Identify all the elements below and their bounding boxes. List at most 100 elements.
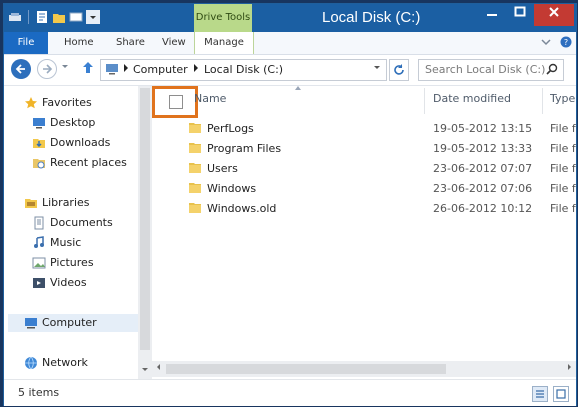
nav-desktop[interactable]: Desktop <box>32 116 132 132</box>
horizontal-scroll-thumb[interactable] <box>166 364 446 374</box>
computer-icon <box>106 64 118 75</box>
folder-icon <box>189 203 201 213</box>
system-menu-icon[interactable] <box>8 10 22 24</box>
file-date: 23-06-2012 07:07 <box>433 162 533 175</box>
nav-pictures-label: Pictures <box>50 256 94 269</box>
customize-qat-icon[interactable] <box>86 10 100 24</box>
file-date: 26-06-2012 10:12 <box>433 202 533 215</box>
details-view-button[interactable] <box>532 386 548 402</box>
scroll-right-icon[interactable] <box>565 363 573 371</box>
file-type: File f <box>550 162 576 175</box>
folder-icon <box>189 183 201 193</box>
videos-icon <box>33 278 45 288</box>
forward-button[interactable] <box>37 59 57 79</box>
nav-libraries-label: Libraries <box>42 196 90 209</box>
file-name: Program Files <box>207 142 282 155</box>
tab-share[interactable]: Share <box>110 32 151 54</box>
refresh-button[interactable] <box>389 59 409 81</box>
column-divider[interactable] <box>424 88 425 114</box>
file-name: PerfLogs <box>207 122 254 135</box>
minimize-button[interactable] <box>478 4 506 26</box>
file-date: 19-05-2012 13:15 <box>433 122 533 135</box>
nav-recent-places-label: Recent places <box>50 156 127 169</box>
maximize-icon <box>514 6 526 17</box>
nav-computer-label: Computer <box>42 316 97 329</box>
table-row[interactable]: Windows 23-06-2012 07:06 File f <box>152 179 576 199</box>
search-input[interactable]: Search Local Disk (C:) <box>425 63 545 76</box>
network-icon <box>25 356 37 370</box>
details-view-icon <box>536 390 544 398</box>
tab-home[interactable]: Home <box>58 32 100 54</box>
star-icon <box>25 97 37 109</box>
file-list: Name Date modified Type PerfLogs 19-05-2… <box>152 86 576 361</box>
navigation-scroll-thumb[interactable] <box>140 88 150 350</box>
new-folder-icon[interactable] <box>52 10 66 24</box>
close-button[interactable] <box>534 4 574 26</box>
table-row[interactable]: Windows.old 26-06-2012 10:12 File f <box>152 199 576 219</box>
rename-icon[interactable] <box>69 10 83 24</box>
desktop-icon <box>33 118 45 129</box>
breadcrumb-local-disk[interactable]: Local Disk (C:) <box>204 63 283 76</box>
expand-ribbon-icon[interactable] <box>540 36 552 48</box>
search-icon[interactable] <box>546 63 558 75</box>
large-icons-view-button[interactable] <box>553 386 569 402</box>
select-all-checkbox[interactable] <box>169 95 183 109</box>
minimize-icon <box>487 14 497 16</box>
window-title: Local Disk (C:) <box>322 9 421 26</box>
back-button[interactable] <box>11 59 31 79</box>
sort-indicator-icon <box>295 86 301 90</box>
nav-documents[interactable]: Documents <box>32 216 132 232</box>
column-header-type[interactable]: Type <box>550 92 576 105</box>
scroll-left-icon[interactable] <box>155 363 163 371</box>
address-dropdown-icon[interactable] <box>373 64 381 72</box>
nav-network[interactable]: Network <box>24 356 134 372</box>
file-name: Windows.old <box>207 202 277 215</box>
quick-access-toolbar <box>8 10 100 24</box>
table-row[interactable]: PerfLogs 19-05-2012 13:15 File f <box>152 119 576 139</box>
nav-downloads[interactable]: Downloads <box>32 136 132 152</box>
chevron-right-icon[interactable] <box>193 64 199 72</box>
breadcrumb-computer[interactable]: Computer <box>133 63 188 76</box>
table-row[interactable]: Users 23-06-2012 07:07 File f <box>152 159 576 179</box>
nav-libraries[interactable]: Libraries <box>24 196 134 212</box>
nav-pictures[interactable]: Pictures <box>32 256 132 272</box>
nav-computer[interactable]: Computer <box>8 314 138 332</box>
nav-recent-places[interactable]: Recent places <box>32 156 132 172</box>
address-bar[interactable]: Computer Local Disk (C:) <box>100 59 387 81</box>
file-name: Windows <box>207 182 257 195</box>
music-icon <box>34 236 44 248</box>
folder-icon <box>189 163 201 173</box>
up-arrow-icon[interactable] <box>81 61 95 75</box>
recent-locations-icon[interactable] <box>61 63 69 71</box>
nav-videos[interactable]: Videos <box>32 276 132 292</box>
file-name: Users <box>207 162 238 175</box>
file-date: 23-06-2012 07:06 <box>433 182 533 195</box>
table-row[interactable]: Program Files 19-05-2012 13:33 File f <box>152 139 576 159</box>
recent-places-icon <box>33 159 45 169</box>
drive-tools-context-tab: Drive Tools <box>194 4 252 32</box>
select-all-highlight <box>152 86 198 118</box>
help-icon[interactable]: ? <box>560 36 572 48</box>
chevron-right-icon[interactable] <box>123 64 129 72</box>
horizontal-scrollbar[interactable] <box>152 361 576 377</box>
status-bar: 5 items <box>4 379 576 406</box>
nav-favorites[interactable]: Favorites <box>24 96 134 112</box>
properties-icon[interactable] <box>35 10 49 24</box>
nav-music[interactable]: Music <box>32 236 132 252</box>
navigation-scrollbar[interactable] <box>138 86 152 379</box>
nav-music-label: Music <box>50 236 82 249</box>
column-header-date-modified[interactable]: Date modified <box>433 92 511 105</box>
refresh-icon <box>394 64 404 75</box>
file-type: File f <box>550 182 576 195</box>
tab-view[interactable]: View <box>156 32 192 54</box>
column-header-name[interactable]: Name <box>194 92 226 105</box>
pictures-icon <box>32 257 46 269</box>
nav-downloads-label: Downloads <box>50 136 111 149</box>
arrow-right-icon <box>43 64 53 74</box>
tab-manage[interactable]: Manage <box>194 32 254 54</box>
maximize-button[interactable] <box>506 4 534 26</box>
scroll-down-icon[interactable] <box>141 366 149 374</box>
tab-file[interactable]: File <box>4 32 48 54</box>
search-box[interactable]: Search Local Disk (C:) <box>418 59 564 81</box>
column-divider[interactable] <box>542 88 543 114</box>
